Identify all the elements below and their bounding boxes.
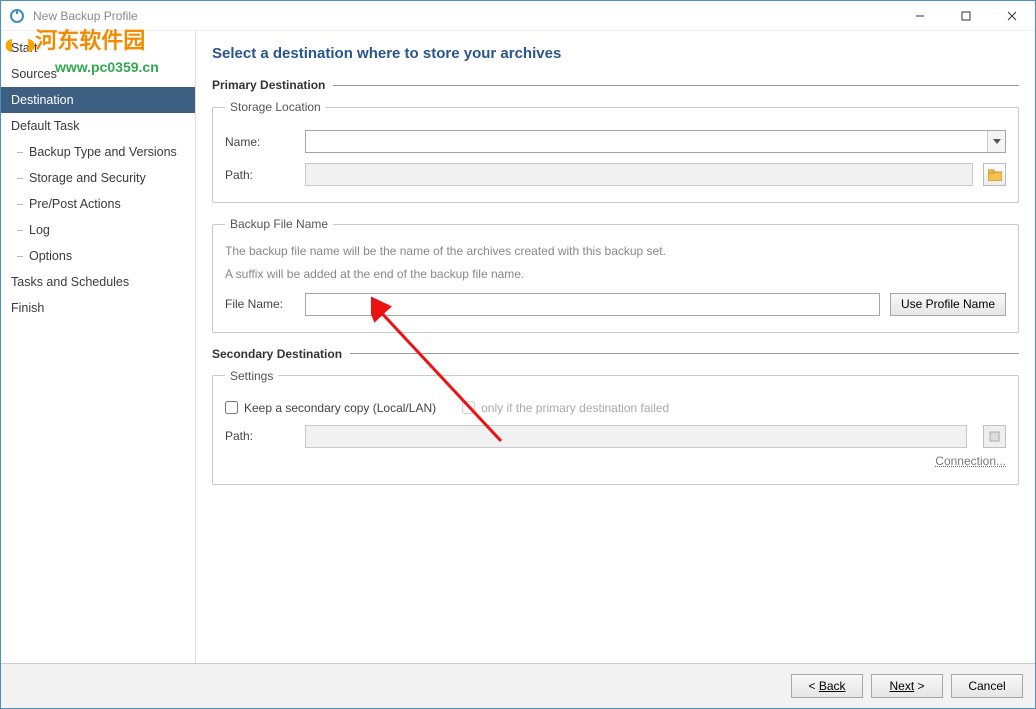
secondary-path-label: Path: (225, 429, 295, 443)
use-profile-name-button[interactable]: Use Profile Name (890, 293, 1006, 316)
page-heading: Select a destination where to store your… (212, 45, 1019, 62)
secondary-destination-header: Secondary Destination (212, 347, 1019, 361)
sidebar-item-sources[interactable]: Sources (1, 61, 195, 87)
wizard-sidebar: Start Sources Destination Default Task B… (1, 31, 196, 663)
sidebar-subitem-backup-type[interactable]: Backup Type and Versions (1, 139, 195, 165)
path-label: Path: (225, 168, 295, 182)
sidebar-item-finish[interactable]: Finish (1, 295, 195, 321)
sidebar-item-default-task[interactable]: Default Task (1, 113, 195, 139)
connection-link[interactable]: Connection... (225, 454, 1006, 468)
name-combo[interactable] (305, 130, 1006, 153)
sidebar-item-destination[interactable]: Destination (1, 87, 195, 113)
sidebar-subitem-storage-security[interactable]: Storage and Security (1, 165, 195, 191)
secondary-path-browse-button[interactable] (983, 425, 1006, 448)
backup-file-name-group: Backup File Name The backup file name wi… (212, 217, 1019, 333)
name-label: Name: (225, 135, 295, 149)
back-button[interactable]: < Back (791, 674, 863, 698)
secondary-settings-group: Settings Keep a secondary copy (Local/LA… (212, 369, 1019, 485)
only-if-failed-label: only if the primary destination failed (481, 401, 669, 415)
backup-file-name-legend: Backup File Name (225, 217, 333, 231)
sidebar-subitem-log[interactable]: Log (1, 217, 195, 243)
only-if-failed-checkbox (462, 401, 475, 414)
browse-folder-button[interactable] (983, 163, 1006, 186)
storage-location-group: Storage Location Name: Path: (212, 100, 1019, 203)
primary-destination-header: Primary Destination (212, 78, 1019, 92)
storage-location-legend: Storage Location (225, 100, 326, 114)
secondary-path-display (305, 425, 967, 448)
secondary-destination-title: Secondary Destination (212, 347, 342, 361)
next-button[interactable]: Next > (871, 674, 943, 698)
content-pane: Select a destination where to store your… (196, 31, 1035, 663)
backup-file-hint1: The backup file name will be the name of… (225, 243, 1006, 260)
wizard-footer: < Back Next > Cancel (1, 663, 1035, 708)
sidebar-subitem-pre-post[interactable]: Pre/Post Actions (1, 191, 195, 217)
cancel-button[interactable]: Cancel (951, 674, 1023, 698)
primary-destination-title: Primary Destination (212, 78, 325, 92)
file-name-input[interactable] (305, 293, 880, 316)
minimize-button[interactable] (897, 1, 943, 31)
backup-file-hint2: A suffix will be added at the end of the… (225, 266, 1006, 283)
keep-secondary-copy-checkbox[interactable] (225, 401, 238, 414)
chevron-down-icon[interactable] (987, 131, 1005, 152)
sidebar-item-tasks-schedules[interactable]: Tasks and Schedules (1, 269, 195, 295)
path-display (305, 163, 973, 186)
secondary-settings-legend: Settings (225, 369, 278, 383)
keep-secondary-copy-label: Keep a secondary copy (Local/LAN) (244, 401, 436, 415)
sidebar-item-start[interactable]: Start (1, 35, 195, 61)
window-title: New Backup Profile (33, 9, 897, 23)
maximize-button[interactable] (943, 1, 989, 31)
title-bar: New Backup Profile (1, 1, 1035, 31)
file-name-label: File Name: (225, 297, 295, 311)
close-button[interactable] (989, 1, 1035, 31)
app-icon (9, 8, 25, 24)
sidebar-subitem-options[interactable]: Options (1, 243, 195, 269)
